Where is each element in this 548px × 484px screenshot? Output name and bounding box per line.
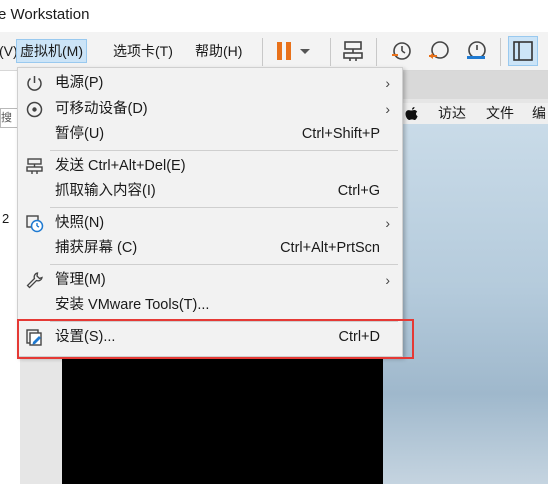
menu-separator bbox=[50, 207, 398, 208]
menu-item-send-ctrl-alt-del[interactable]: 发送 Ctrl+Alt+Del(E) bbox=[18, 154, 402, 179]
title-bar: e Workstation bbox=[0, 0, 548, 30]
menu-tabs[interactable]: 选项卡(T) bbox=[110, 40, 176, 62]
guest-menu-finder[interactable]: 访达 bbox=[438, 103, 466, 124]
menu-item-label: 可移动设备(D) bbox=[55, 101, 148, 117]
library-view-icon[interactable] bbox=[508, 36, 538, 66]
menu-item-manage[interactable]: 管理(M) › bbox=[18, 268, 402, 293]
menu-item-shortcut: Ctrl+G bbox=[337, 183, 380, 199]
menu-help[interactable]: 帮助(H) bbox=[192, 40, 245, 62]
menu-vm[interactable]: 虚拟机(M) bbox=[16, 39, 87, 63]
submenu-arrow-icon: › bbox=[385, 215, 390, 231]
menu-item-capture-screen[interactable]: 捕获屏幕 (C) Ctrl+Alt+PrtScn bbox=[18, 236, 402, 261]
menu-item-shortcut: Ctrl+D bbox=[338, 329, 381, 345]
pause-icon[interactable] bbox=[272, 39, 296, 63]
menu-separator bbox=[50, 150, 398, 151]
vm-menu-dropdown: 电源(P) › 可移动设备(D) › 暂停(U) Ctrl+Shift+P 发送… bbox=[17, 67, 403, 357]
power-icon bbox=[27, 76, 42, 91]
removable-device-icon bbox=[26, 101, 43, 118]
menu-item-label: 抓取输入内容(I) bbox=[55, 183, 156, 199]
menu-item-grab-input[interactable]: 抓取输入内容(I) Ctrl+G bbox=[18, 179, 402, 204]
menu-item-removable-devices[interactable]: 可移动设备(D) › bbox=[18, 97, 402, 122]
snapshot-take-icon[interactable] bbox=[389, 39, 413, 63]
menu-item-label: 安装 VMware Tools(T)... bbox=[55, 297, 210, 313]
menu-item-snapshot[interactable]: 快照(N) › bbox=[18, 211, 402, 236]
guest-menu-bar: 访达 文件 编 bbox=[383, 103, 548, 124]
menu-item-label: 暂停(U) bbox=[55, 126, 105, 142]
settings-icon bbox=[26, 329, 42, 346]
toolbar-separator bbox=[500, 38, 501, 66]
chevron-down-icon[interactable] bbox=[298, 39, 312, 63]
toolbar-separator bbox=[376, 38, 377, 66]
menu-item-label: 电源(P) bbox=[55, 75, 104, 91]
guest-menu-edit[interactable]: 编 bbox=[532, 103, 546, 124]
menu-item-label: 设置(S)... bbox=[55, 329, 116, 345]
menu-item-power[interactable]: 电源(P) › bbox=[18, 71, 402, 96]
library-item-count: 2 bbox=[2, 211, 10, 226]
submenu-arrow-icon: › bbox=[385, 272, 390, 288]
menu-item-label: 捕获屏幕 (C) bbox=[55, 240, 138, 256]
wrench-icon bbox=[26, 272, 43, 289]
menu-item-label: 发送 Ctrl+Alt+Del(E) bbox=[55, 158, 186, 174]
snapshot-icon bbox=[26, 215, 44, 233]
snapshot-manager-icon[interactable] bbox=[464, 39, 488, 63]
menu-item-pause[interactable]: 暂停(U) Ctrl+Shift+P bbox=[18, 122, 402, 147]
menu-item-shortcut: Ctrl+Alt+PrtScn bbox=[280, 240, 380, 256]
menu-item-label: 管理(M) bbox=[55, 272, 106, 288]
send-keys-icon bbox=[26, 158, 43, 174]
menu-item-shortcut: Ctrl+Shift+P bbox=[301, 126, 380, 142]
submenu-arrow-icon: › bbox=[385, 101, 390, 117]
send-keys-icon[interactable] bbox=[341, 39, 365, 63]
toolbar-separator bbox=[330, 38, 331, 66]
guest-menu-file[interactable]: 文件 bbox=[486, 103, 514, 124]
submenu-arrow-icon: › bbox=[385, 75, 390, 91]
guest-desktop[interactable] bbox=[383, 124, 548, 484]
menu-bar: (V) 虚拟机(M) 选项卡(T) 帮助(H) bbox=[0, 32, 548, 71]
menu-item-label: 快照(N) bbox=[55, 215, 105, 231]
apple-logo-icon[interactable] bbox=[405, 106, 418, 121]
menu-item-install-vmware-tools[interactable]: 安装 VMware Tools(T)... bbox=[18, 293, 402, 318]
toolbar-separator bbox=[262, 38, 263, 66]
menu-item-settings[interactable]: 设置(S)... Ctrl+D bbox=[18, 325, 402, 350]
window-title: e Workstation bbox=[0, 6, 90, 23]
snapshot-revert-icon[interactable] bbox=[427, 39, 451, 63]
menu-separator bbox=[50, 321, 398, 322]
menu-separator bbox=[50, 264, 398, 265]
